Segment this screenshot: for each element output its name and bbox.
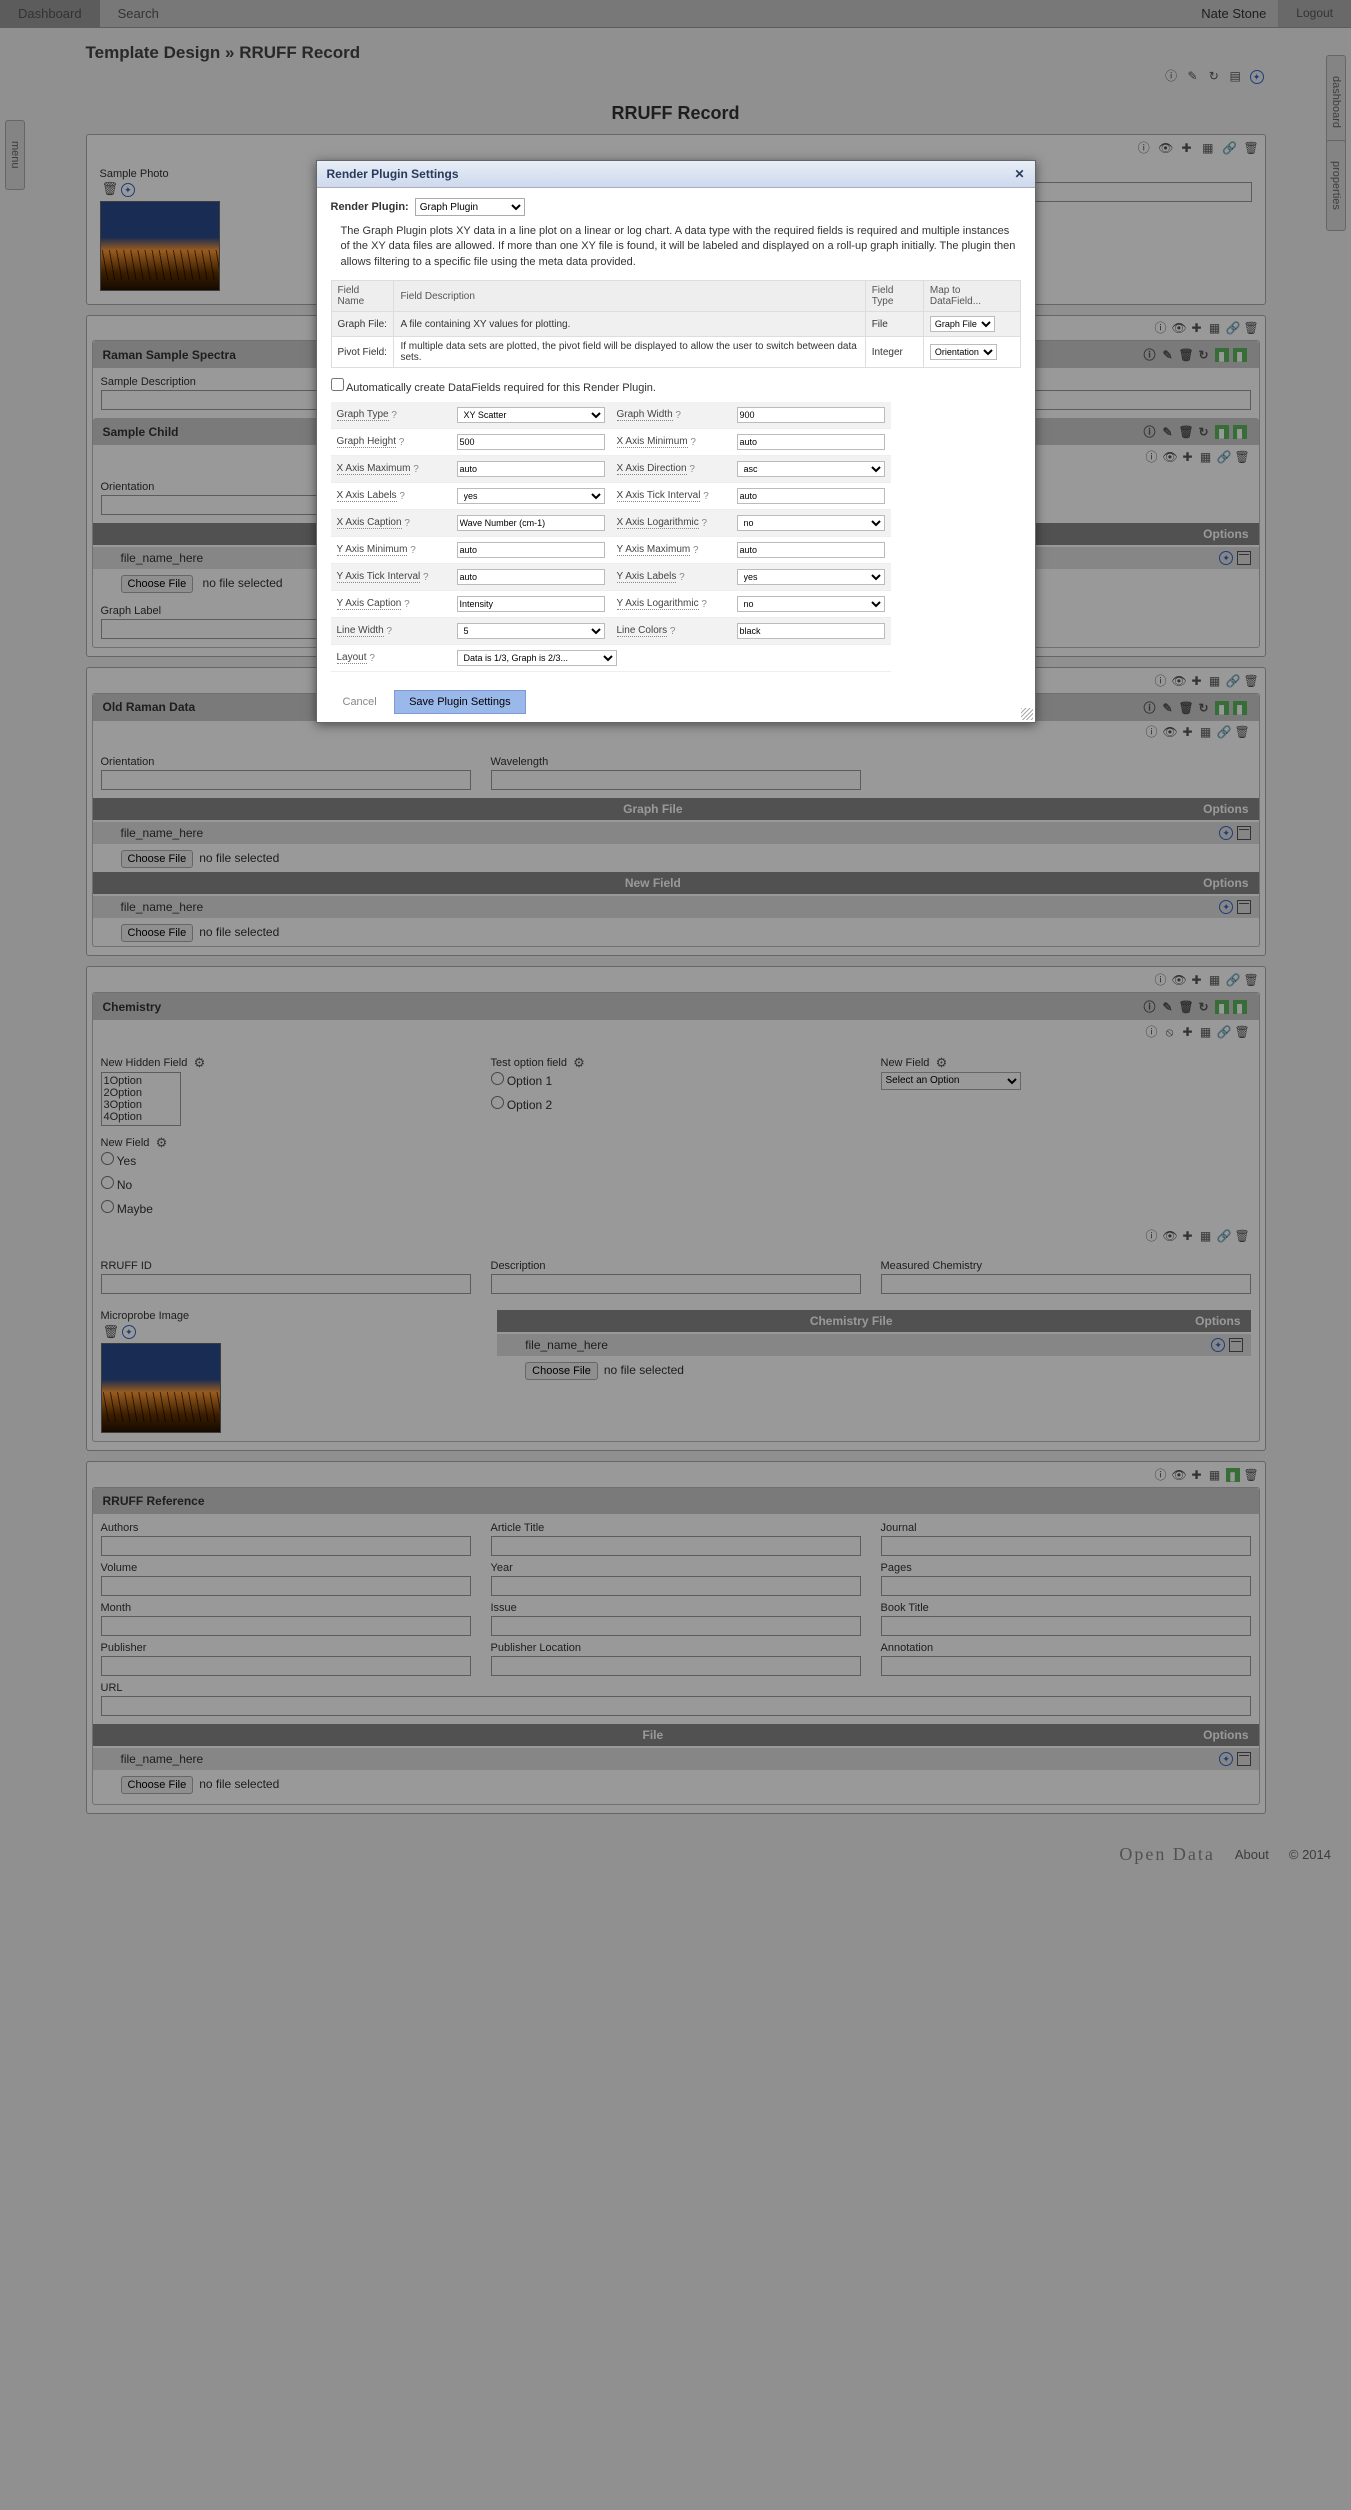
y-tick-input[interactable] (457, 569, 605, 585)
graph-type-select[interactable]: XY Scatter (457, 407, 605, 423)
opt-label: Y Axis Maximum (617, 544, 691, 556)
save-plugin-button[interactable]: Save Plugin Settings (394, 690, 526, 714)
close-icon[interactable]: ✕ (1014, 167, 1024, 181)
opt-label: X Axis Logarithmic (617, 517, 699, 529)
x-labels-select[interactable]: yes (457, 488, 605, 504)
line-colors-input[interactable] (737, 623, 885, 639)
graph-height-input[interactable] (457, 434, 605, 450)
render-plugin-modal: Render Plugin Settings ✕ Render Plugin: … (316, 160, 1036, 723)
plugin-description: The Graph Plugin plots XY data in a line… (341, 224, 1021, 270)
x-log-select[interactable]: no (737, 515, 885, 531)
map-graph-file-select[interactable]: Graph File (930, 316, 995, 332)
y-labels-select[interactable]: yes (737, 569, 885, 585)
render-plugin-label: Render Plugin: (331, 201, 409, 213)
x-min-input[interactable] (737, 434, 885, 450)
x-tick-input[interactable] (737, 488, 885, 504)
resize-handle[interactable] (1021, 708, 1033, 720)
options-grid: Graph Type ?XY Scatter Graph Width ? Gra… (331, 402, 1021, 672)
opt-label: Y Axis Minimum (337, 544, 408, 556)
layout-select[interactable]: Data is 1/3, Graph is 2/3... (457, 650, 617, 666)
y-max-input[interactable] (737, 542, 885, 558)
opt-label: X Axis Labels (337, 490, 397, 502)
opt-label: Graph Width (617, 409, 673, 421)
graph-width-input[interactable] (737, 407, 885, 423)
y-caption-input[interactable] (457, 596, 605, 612)
fields-table: Field NameField DescriptionField TypeMap… (331, 280, 1021, 368)
opt-label: Graph Height (337, 436, 396, 448)
opt-label: Y Axis Labels (617, 571, 677, 583)
opt-label: X Axis Maximum (337, 463, 411, 475)
opt-label: Line Colors (617, 625, 668, 637)
line-width-select[interactable]: 5 (457, 623, 605, 639)
opt-label: X Axis Caption (337, 517, 402, 529)
y-min-input[interactable] (457, 542, 605, 558)
opt-label: Y Axis Logarithmic (617, 598, 699, 610)
opt-label: Layout (337, 652, 367, 664)
cancel-button[interactable]: Cancel (329, 691, 391, 713)
opt-label: X Axis Minimum (617, 436, 688, 448)
auto-create-label: Automatically create DataFields required… (346, 382, 656, 394)
opt-label: Y Axis Caption (337, 598, 402, 610)
auto-create-checkbox[interactable] (331, 378, 344, 391)
opt-label: Line Width (337, 625, 384, 637)
x-dir-select[interactable]: asc (737, 461, 885, 477)
x-caption-input[interactable] (457, 515, 605, 531)
render-plugin-select[interactable]: Graph Plugin (415, 198, 525, 216)
opt-label: X Axis Tick Interval (617, 490, 701, 502)
opt-label: Y Axis Tick Interval (337, 571, 421, 583)
y-log-select[interactable]: no (737, 596, 885, 612)
x-max-input[interactable] (457, 461, 605, 477)
opt-label: X Axis Direction (617, 463, 687, 475)
map-pivot-select[interactable]: Orientation (930, 344, 997, 360)
opt-label: Graph Type (337, 409, 389, 421)
modal-title: Render Plugin Settings (327, 167, 459, 181)
